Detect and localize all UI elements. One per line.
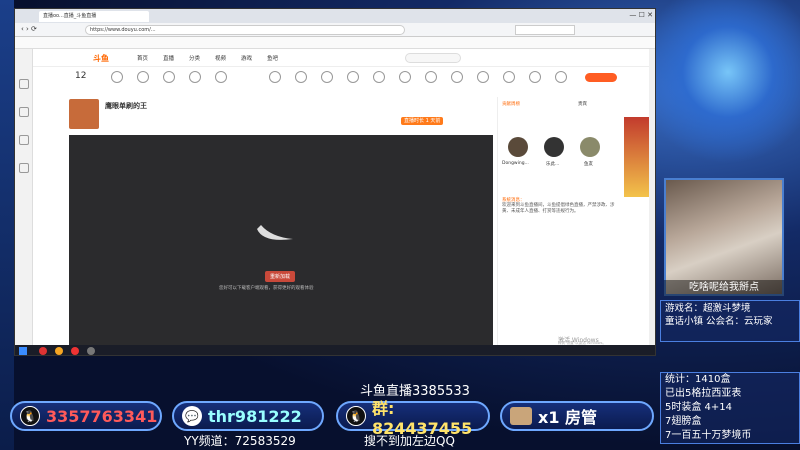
nav-home[interactable]: 首页	[137, 54, 148, 62]
stat-line: 已出5格拉西亚表	[665, 388, 742, 399]
taskbar-app-icon[interactable]	[71, 347, 79, 355]
anime-character-art	[656, 0, 800, 180]
streamer-avatar[interactable]	[69, 99, 99, 129]
taskbar-app-icon[interactable]	[55, 347, 63, 355]
douyu-logo-icon	[257, 225, 293, 240]
site-search-input[interactable]	[405, 53, 461, 63]
left-sidebar	[15, 49, 33, 345]
tab-contribution[interactable]: 贡献周榜	[502, 101, 520, 107]
nav-back-forward-icon[interactable]: ‹ › ⟳	[21, 25, 37, 33]
video-player[interactable]: 重新加载 您好可以下载客户端观看，获得更好的观看体验	[69, 135, 493, 351]
url-text: https://www.douyu.com/...	[90, 27, 156, 33]
start-icon[interactable]	[19, 347, 27, 355]
nav-game[interactable]: 游戏	[241, 54, 252, 62]
browser-window: 直播oo...直播_斗鱼直播 — ☐ ✕ ‹ › ⟳ https://www.d…	[14, 8, 656, 356]
category-icon[interactable]	[19, 135, 29, 145]
manager-pill: x1 房管	[500, 401, 654, 431]
feature-icon[interactable]	[425, 71, 437, 83]
bookmarks-bar	[15, 37, 655, 49]
manager-avatar	[510, 407, 532, 425]
feature-icon[interactable]	[321, 71, 333, 83]
feature-icon-row: 12	[33, 67, 655, 97]
right-panel: 贡献周榜 贵宾 Dongwing... 乐此... 鱼友 系统消息： 欢迎来到斗…	[497, 97, 655, 345]
follow-icon[interactable]	[19, 79, 29, 89]
game-icon[interactable]	[19, 163, 29, 173]
site-logo: 斗鱼	[93, 54, 109, 63]
video-message: 您好可以下载客户端观看，获得更好的观看体验	[219, 286, 314, 291]
user-name: 乐此...	[546, 162, 560, 167]
notice-text: 欢迎来到斗鱼直播间，斗鱼提倡绿色直播，严禁涉政、涉黄、未成年人直播、打赏等违规行…	[502, 203, 615, 214]
reload-button[interactable]: 重新加载	[265, 271, 296, 282]
avatar[interactable]	[580, 137, 600, 157]
room-title: 鹰眼单刷的王	[105, 102, 147, 110]
nav-category[interactable]: 分类	[189, 54, 200, 62]
stats-box: 统计：1410盒 已出5格拉西亚表 5时装盒 4+14 7翅膀盒 7一百五十万梦…	[660, 372, 800, 444]
avatar[interactable]	[508, 137, 528, 157]
game-info-box: 游戏名：超激斗梦境 童话小镇 公会名：云玩家	[660, 300, 800, 342]
feature-icon[interactable]	[137, 71, 149, 83]
taskbar-app-icon[interactable]	[87, 347, 95, 355]
left-edge-bar	[0, 0, 14, 450]
history-icon[interactable]	[19, 107, 29, 117]
tab-title: 直播oo...直播_斗鱼直播	[43, 13, 97, 19]
hotness-badge: 直播时长 1 天前	[401, 117, 444, 125]
feature-icon[interactable]	[295, 71, 307, 83]
game-name: 游戏名：超激斗梦境	[665, 303, 751, 314]
tab-noble[interactable]: 贵宾	[578, 101, 587, 107]
scrollbar[interactable]	[649, 49, 655, 345]
stat-line: 5时装盒 4+14	[665, 402, 733, 413]
user-name: Dongwing...	[502, 161, 529, 166]
feature-icon[interactable]	[111, 71, 123, 83]
window-controls[interactable]: — ☐ ✕	[629, 11, 653, 19]
wechat-icon: 💬	[182, 406, 202, 426]
server-guild: 童话小镇 公会名：云玩家	[665, 316, 773, 327]
site-header: 斗鱼 首页 直播 分类 视频 游戏 鱼吧	[33, 49, 655, 67]
address-bar: ‹ › ⟳ https://www.douyu.com/...	[15, 23, 655, 37]
qq-pill: 🐧 3357763341	[10, 401, 162, 431]
feature-icon[interactable]	[529, 71, 541, 83]
tab-bar: 直播oo...直播_斗鱼直播 — ☐ ✕	[15, 9, 655, 23]
feature-icon[interactable]	[451, 71, 463, 83]
nav-live[interactable]: 直播	[163, 54, 174, 62]
feature-icon[interactable]	[189, 71, 201, 83]
qq-penguin-icon: 🐧	[20, 406, 40, 426]
nav-video[interactable]: 视频	[215, 54, 226, 62]
room-level: 12	[75, 71, 87, 81]
qq-penguin-icon: 🐧	[346, 406, 366, 426]
cat-caption: 吃啥呢给我掰点	[664, 280, 784, 296]
search-hint: 搜不到加左边QQ	[364, 434, 455, 448]
stat-line: 7翅膀盒	[665, 416, 702, 427]
feature-icon[interactable]	[503, 71, 515, 83]
feature-icon[interactable]	[163, 71, 175, 83]
room-info: 鹰眼单刷的王 直播时长 1 天前	[67, 97, 497, 133]
manager-text: x1 房管	[538, 408, 598, 427]
windows-taskbar	[15, 345, 655, 355]
url-input[interactable]: https://www.douyu.com/...	[85, 25, 405, 35]
taskbar-app-icon[interactable]	[39, 347, 47, 355]
feature-icon[interactable]	[215, 71, 227, 83]
feature-icon[interactable]	[555, 71, 567, 83]
wechat-pill: 💬 thr981222	[172, 401, 324, 431]
yy-channel: YY频道：72583529	[184, 434, 296, 448]
avatar[interactable]	[544, 137, 564, 157]
wechat-id: thr981222	[208, 406, 302, 426]
browser-search-input[interactable]	[515, 25, 575, 35]
stat-line: 7一百五十万梦境币	[665, 430, 752, 441]
nav-yuba[interactable]: 鱼吧	[267, 54, 278, 62]
active-tab[interactable]: 直播oo...直播_斗鱼直播	[39, 11, 149, 22]
feature-icon[interactable]	[347, 71, 359, 83]
stat-line: 统计：1410盒	[665, 374, 731, 385]
feature-icon[interactable]	[269, 71, 281, 83]
open-stream-button[interactable]	[585, 73, 617, 82]
feature-icon[interactable]	[399, 71, 411, 83]
feature-icon[interactable]	[373, 71, 385, 83]
group-pill: 🐧 群: 824437455	[336, 399, 490, 438]
feature-icon[interactable]	[477, 71, 489, 83]
user-name: 鱼友	[584, 162, 593, 167]
cat-webcam-image	[664, 178, 784, 296]
qq-number: 3357763341	[46, 406, 158, 426]
